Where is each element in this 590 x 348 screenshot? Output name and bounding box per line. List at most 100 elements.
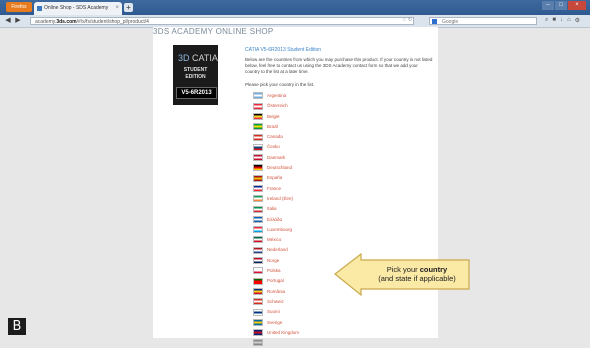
country-link[interactable]: Canada bbox=[253, 132, 299, 142]
country-name: Eλλάδα bbox=[267, 216, 283, 222]
country-name: Brazil bbox=[267, 123, 279, 129]
country-link[interactable]: Österreich bbox=[253, 101, 299, 111]
country-name: United Kingdom bbox=[267, 329, 300, 335]
flag-icon bbox=[253, 102, 263, 110]
google-icon bbox=[432, 19, 437, 24]
flag-icon bbox=[253, 123, 263, 131]
country-link[interactable]: Argentina bbox=[253, 91, 299, 101]
country-name: Österreich bbox=[267, 103, 288, 109]
country-name: Italia bbox=[267, 206, 277, 212]
flag-icon bbox=[253, 298, 263, 306]
box-student-label: STUDENT bbox=[183, 67, 208, 73]
country-link[interactable]: Norge bbox=[253, 256, 299, 266]
country-name: Danmark bbox=[267, 154, 286, 160]
flag-icon bbox=[253, 164, 263, 172]
magnifier-icon[interactable]: ⌕ bbox=[545, 17, 548, 24]
flag-icon bbox=[253, 277, 263, 285]
reload-icon[interactable]: ↻ bbox=[408, 17, 412, 23]
box-edition-label: EDITION bbox=[185, 74, 206, 80]
country-link[interactable]: Polska bbox=[253, 266, 299, 276]
country-name: Polska bbox=[267, 268, 281, 274]
country-link[interactable]: Ireland (Éire) bbox=[253, 194, 299, 204]
flag-icon bbox=[253, 287, 263, 295]
country-link[interactable]: Nederland bbox=[253, 245, 299, 255]
country-link[interactable]: Eλλάδα bbox=[253, 215, 299, 225]
country-name: Česko bbox=[267, 144, 280, 150]
country-link[interactable]: Suomi bbox=[253, 307, 299, 317]
url-prefix: academy. bbox=[35, 19, 57, 25]
country-name: Nederland bbox=[267, 247, 288, 253]
country-link[interactable]: México bbox=[253, 235, 299, 245]
home-icon[interactable]: ⌂ bbox=[567, 17, 571, 24]
flag-icon bbox=[253, 184, 263, 192]
flag-icon bbox=[253, 339, 263, 347]
country-link[interactable]: France bbox=[253, 184, 299, 194]
flag-icon bbox=[253, 236, 263, 244]
flag-icon bbox=[253, 246, 263, 254]
country-link[interactable] bbox=[253, 338, 299, 348]
search-input[interactable]: Google bbox=[429, 17, 537, 25]
flag-icon bbox=[253, 215, 263, 223]
flag-icon bbox=[253, 92, 263, 100]
close-icon[interactable]: × bbox=[115, 2, 119, 15]
country-name: México bbox=[267, 237, 282, 243]
product-title: CATIA V5-6R2013 Student Edition bbox=[245, 47, 322, 53]
url-path: /#/s/fs/student/shop_pl/product/4 bbox=[76, 19, 149, 25]
country-name: Norge bbox=[267, 257, 280, 263]
bookmark-star-icon[interactable]: ☆ bbox=[402, 17, 406, 23]
country-name: Ireland (Éire) bbox=[267, 195, 294, 201]
country-link[interactable]: Luxembourg bbox=[253, 225, 299, 235]
country-link[interactable]: Brazil bbox=[253, 122, 299, 132]
country-link[interactable]: België bbox=[253, 112, 299, 122]
country-link[interactable]: United Kingdom bbox=[253, 328, 299, 338]
firefox-menu-button[interactable]: Firefox bbox=[6, 2, 32, 12]
country-link[interactable]: Schweiz bbox=[253, 297, 299, 307]
flag-icon bbox=[253, 205, 263, 213]
browser-titlebar: Firefox Online Shop - SDS Academy × + – … bbox=[0, 0, 590, 15]
back-icon[interactable]: ◀ bbox=[3, 16, 13, 26]
country-list: Argentina Österreich België Brazil Canada Čes… bbox=[253, 91, 299, 348]
new-tab-button[interactable]: + bbox=[124, 3, 133, 12]
maximize-icon[interactable]: □ bbox=[555, 1, 567, 10]
flag-icon bbox=[253, 143, 263, 151]
callout-text: Pick your country (and state if applicab… bbox=[378, 265, 456, 283]
country-link[interactable]: España bbox=[253, 173, 299, 183]
minimize-icon[interactable]: – bbox=[542, 1, 554, 10]
country-link[interactable]: Danmark bbox=[253, 153, 299, 163]
browser-tab[interactable]: Online Shop - SDS Academy × bbox=[34, 2, 122, 15]
url-actions: ☆ ↻ bbox=[402, 17, 412, 23]
flag-icon bbox=[253, 329, 263, 337]
url-bar[interactable]: academy.3ds.com/#/s/fs/student/shop_pl/p… bbox=[30, 17, 414, 25]
catia-logo: 3D CATIA bbox=[178, 53, 218, 63]
flag-icon bbox=[253, 112, 263, 120]
country-name: Argentina bbox=[267, 93, 287, 98]
country-name: España bbox=[267, 175, 283, 181]
country-link[interactable]: Sverige bbox=[253, 318, 299, 328]
flag-icon bbox=[253, 308, 263, 316]
product-box-image[interactable]: 3D CATIA STUDENT EDITION V5-6R2013 bbox=[173, 45, 218, 105]
flag-icon bbox=[253, 318, 263, 326]
callout-line2: (and state if applicable) bbox=[378, 274, 456, 283]
download-icon[interactable]: ↓ bbox=[560, 17, 563, 24]
country-link[interactable]: Deutschland bbox=[253, 163, 299, 173]
window-close-icon[interactable]: × bbox=[568, 1, 586, 10]
settings-icon[interactable]: ⚙ bbox=[575, 17, 580, 24]
box-version-label: V5-6R2013 bbox=[176, 87, 217, 99]
flag-icon bbox=[253, 267, 263, 275]
forward-icon[interactable]: ▶ bbox=[13, 16, 23, 26]
country-name: România bbox=[267, 288, 286, 294]
country-link[interactable]: Portugal bbox=[253, 276, 299, 286]
country-name: Portugal bbox=[267, 278, 284, 284]
window-controls: – □ × bbox=[542, 1, 586, 10]
intro-text: Below are the countries from which you m… bbox=[245, 57, 433, 74]
callout-bold-word: country bbox=[419, 265, 448, 274]
favicon-icon bbox=[37, 6, 42, 11]
search-placeholder: Google bbox=[442, 19, 459, 25]
country-link[interactable]: Česko bbox=[253, 142, 299, 152]
addon-icon[interactable]: ■ bbox=[552, 17, 556, 24]
country-link[interactable]: Italia bbox=[253, 204, 299, 214]
url-domain: 3ds.com bbox=[56, 19, 77, 25]
country-link[interactable]: România bbox=[253, 287, 299, 297]
tab-title: Online Shop - SDS Academy bbox=[44, 5, 109, 11]
country-name: Schweiz bbox=[267, 298, 284, 304]
